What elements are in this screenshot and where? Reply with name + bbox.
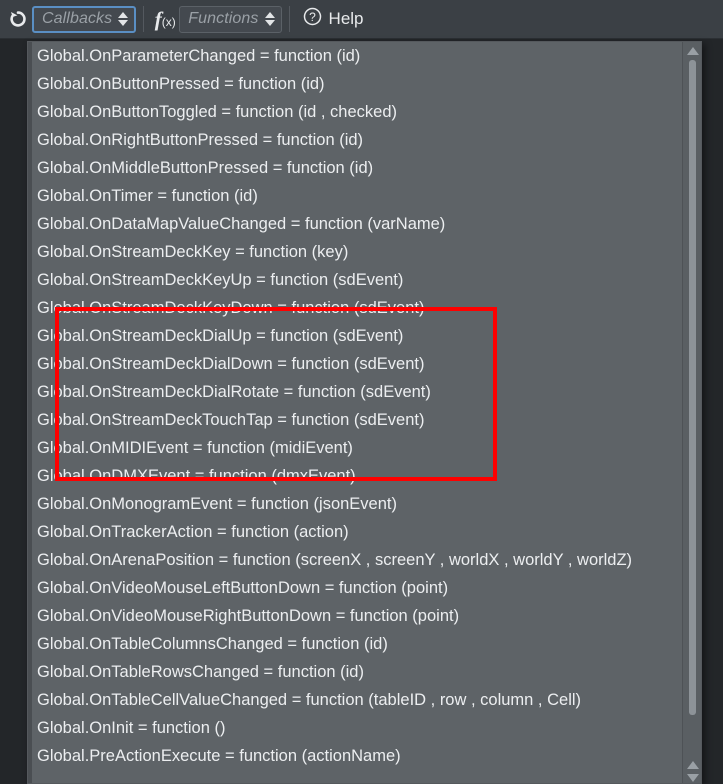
callback-option-row[interactable]: Global.OnDMXEvent = function (dmxEvent) — [28, 462, 683, 490]
callback-option-row[interactable]: Global.OnTableColumnsChanged = function … — [28, 630, 683, 658]
toolbar-divider-1 — [143, 6, 145, 32]
callback-option-row[interactable]: Global.OnVideoMouseLeftButtonDown = func… — [28, 574, 683, 602]
callback-option-row[interactable]: Global.OnMIDIEvent = function (midiEvent… — [28, 434, 683, 462]
callback-option-row[interactable]: Global.OnVideoMouseRightButtonDown = fun… — [28, 602, 683, 630]
callback-option-row[interactable]: Global.OnRightButtonPressed = function (… — [28, 126, 683, 154]
svg-text:?: ? — [309, 10, 316, 24]
scroll-down-arrow-icon[interactable] — [686, 774, 699, 782]
help-label: Help — [328, 9, 364, 28]
callbacks-dropdown-popup[interactable]: Global.OnParameterChanged = function (id… — [27, 41, 702, 784]
callback-option-row[interactable]: Global.OnStreamDeckDialDown = function (… — [28, 350, 683, 378]
callback-option-row[interactable]: Global.OnStreamDeckKeyDown = function (s… — [28, 294, 683, 322]
refresh-icon[interactable] — [4, 5, 32, 33]
help-button[interactable]: ? Help — [297, 5, 370, 33]
functions-spinner-icon[interactable] — [264, 12, 275, 26]
callback-option-row[interactable]: Global.OnStreamDeckTouchTap = function (… — [28, 406, 683, 434]
toolbar: Callbacks f(x) Functions ? Help — [0, 0, 723, 39]
callback-option-row[interactable]: Global.OnTableRowsChanged = function (id… — [28, 658, 683, 686]
callback-option-row[interactable]: Global.OnTableCellValueChanged = functio… — [28, 686, 683, 714]
callback-option-row[interactable]: Global.OnMiddleButtonPressed = function … — [28, 154, 683, 182]
callback-option-row[interactable]: Global.OnButtonToggled = function (id , … — [28, 98, 683, 126]
functions-dropdown[interactable]: Functions — [179, 5, 282, 33]
callback-option-row[interactable]: Global.OnMonogramEvent = function (jsonE… — [28, 490, 683, 518]
callback-option-row[interactable]: Global.PreActionExecute = function (acti… — [28, 742, 683, 770]
functions-dropdown-placeholder: Functions — [188, 10, 259, 27]
callback-option-row[interactable]: Global.OnParameterChanged = function (id… — [28, 42, 683, 70]
callbacks-option-list[interactable]: Global.OnParameterChanged = function (id… — [28, 42, 683, 783]
fx-glyph: f(x) — [154, 6, 176, 31]
callback-option-row[interactable]: Global.OnTrackerAction = function (actio… — [28, 518, 683, 546]
callback-option-row[interactable]: Global.OnButtonPressed = function (id) — [28, 70, 683, 98]
toolbar-divider-2 — [288, 6, 290, 32]
fx-function-icon[interactable]: f(x) — [151, 5, 179, 33]
callback-option-row[interactable]: Global.OnTimer = function (id) — [28, 182, 683, 210]
callbacks-dropdown-placeholder: Callbacks — [42, 10, 113, 27]
scrollbar-step-buttons[interactable] — [683, 761, 701, 782]
callbacks-dropdown[interactable]: Callbacks — [32, 5, 137, 33]
scroll-up-arrow-icon-bottom[interactable] — [686, 761, 699, 769]
callback-option-row[interactable]: Global.OnStreamDeckKey = function (key) — [28, 238, 683, 266]
callback-option-row[interactable]: Global.OnInit = function () — [28, 714, 683, 742]
callback-option-row[interactable]: Global.OnStreamDeckKeyUp = function (sdE… — [28, 266, 683, 294]
callback-option-row[interactable]: Global.OnStreamDeckDialUp = function (sd… — [28, 322, 683, 350]
callbacks-spinner-icon[interactable] — [118, 12, 129, 26]
callback-option-row[interactable]: Global.OnStreamDeckDialRotate = function… — [28, 378, 683, 406]
callback-option-row[interactable]: Global.OnArenaPosition = function (scree… — [28, 546, 683, 574]
vertical-scrollbar[interactable] — [682, 42, 701, 783]
scroll-up-arrow-icon[interactable] — [683, 44, 701, 58]
question-mark-circle-icon: ? — [303, 7, 322, 31]
scrollbar-thumb[interactable] — [689, 60, 696, 715]
callback-option-row[interactable]: Global.OnDataMapValueChanged = function … — [28, 210, 683, 238]
